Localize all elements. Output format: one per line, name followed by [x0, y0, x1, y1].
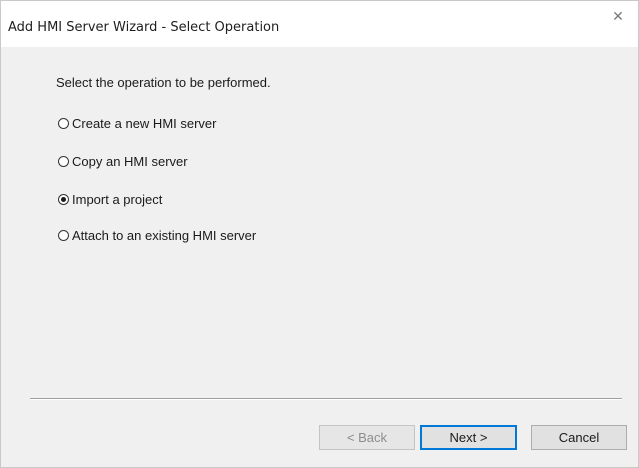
- radio-button-selected-icon[interactable]: [58, 193, 69, 205]
- wizard-content: Select the operation to be performed. Cr…: [1, 47, 638, 467]
- radio-label: Create a new HMI server: [72, 115, 217, 131]
- dialog-title: Add HMI Server Wizard - Select Operation: [8, 20, 280, 35]
- back-button[interactable]: < Back: [319, 425, 415, 450]
- radio-label: Import a project: [72, 191, 163, 207]
- close-icon[interactable]: ✕: [610, 9, 626, 25]
- radio-import-project[interactable]: Import a project: [58, 191, 162, 207]
- radio-label: Copy an HMI server: [72, 153, 188, 169]
- instruction-text: Select the operation to be performed.: [56, 75, 271, 90]
- title-bar: Add HMI Server Wizard - Select Operation…: [1, 1, 638, 47]
- next-button[interactable]: Next >: [420, 425, 517, 450]
- radio-button-icon[interactable]: [58, 229, 69, 241]
- radio-attach-existing-server[interactable]: Attach to an existing HMI server: [58, 227, 256, 243]
- cancel-button[interactable]: Cancel: [531, 425, 627, 450]
- wizard-dialog: Add HMI Server Wizard - Select Operation…: [0, 0, 639, 468]
- radio-button-icon[interactable]: [58, 117, 69, 129]
- radio-button-icon[interactable]: [58, 155, 69, 167]
- radio-copy-server[interactable]: Copy an HMI server: [58, 153, 188, 169]
- footer-separator: [30, 398, 622, 400]
- radio-create-new-server[interactable]: Create a new HMI server: [58, 115, 217, 131]
- radio-label: Attach to an existing HMI server: [72, 227, 257, 243]
